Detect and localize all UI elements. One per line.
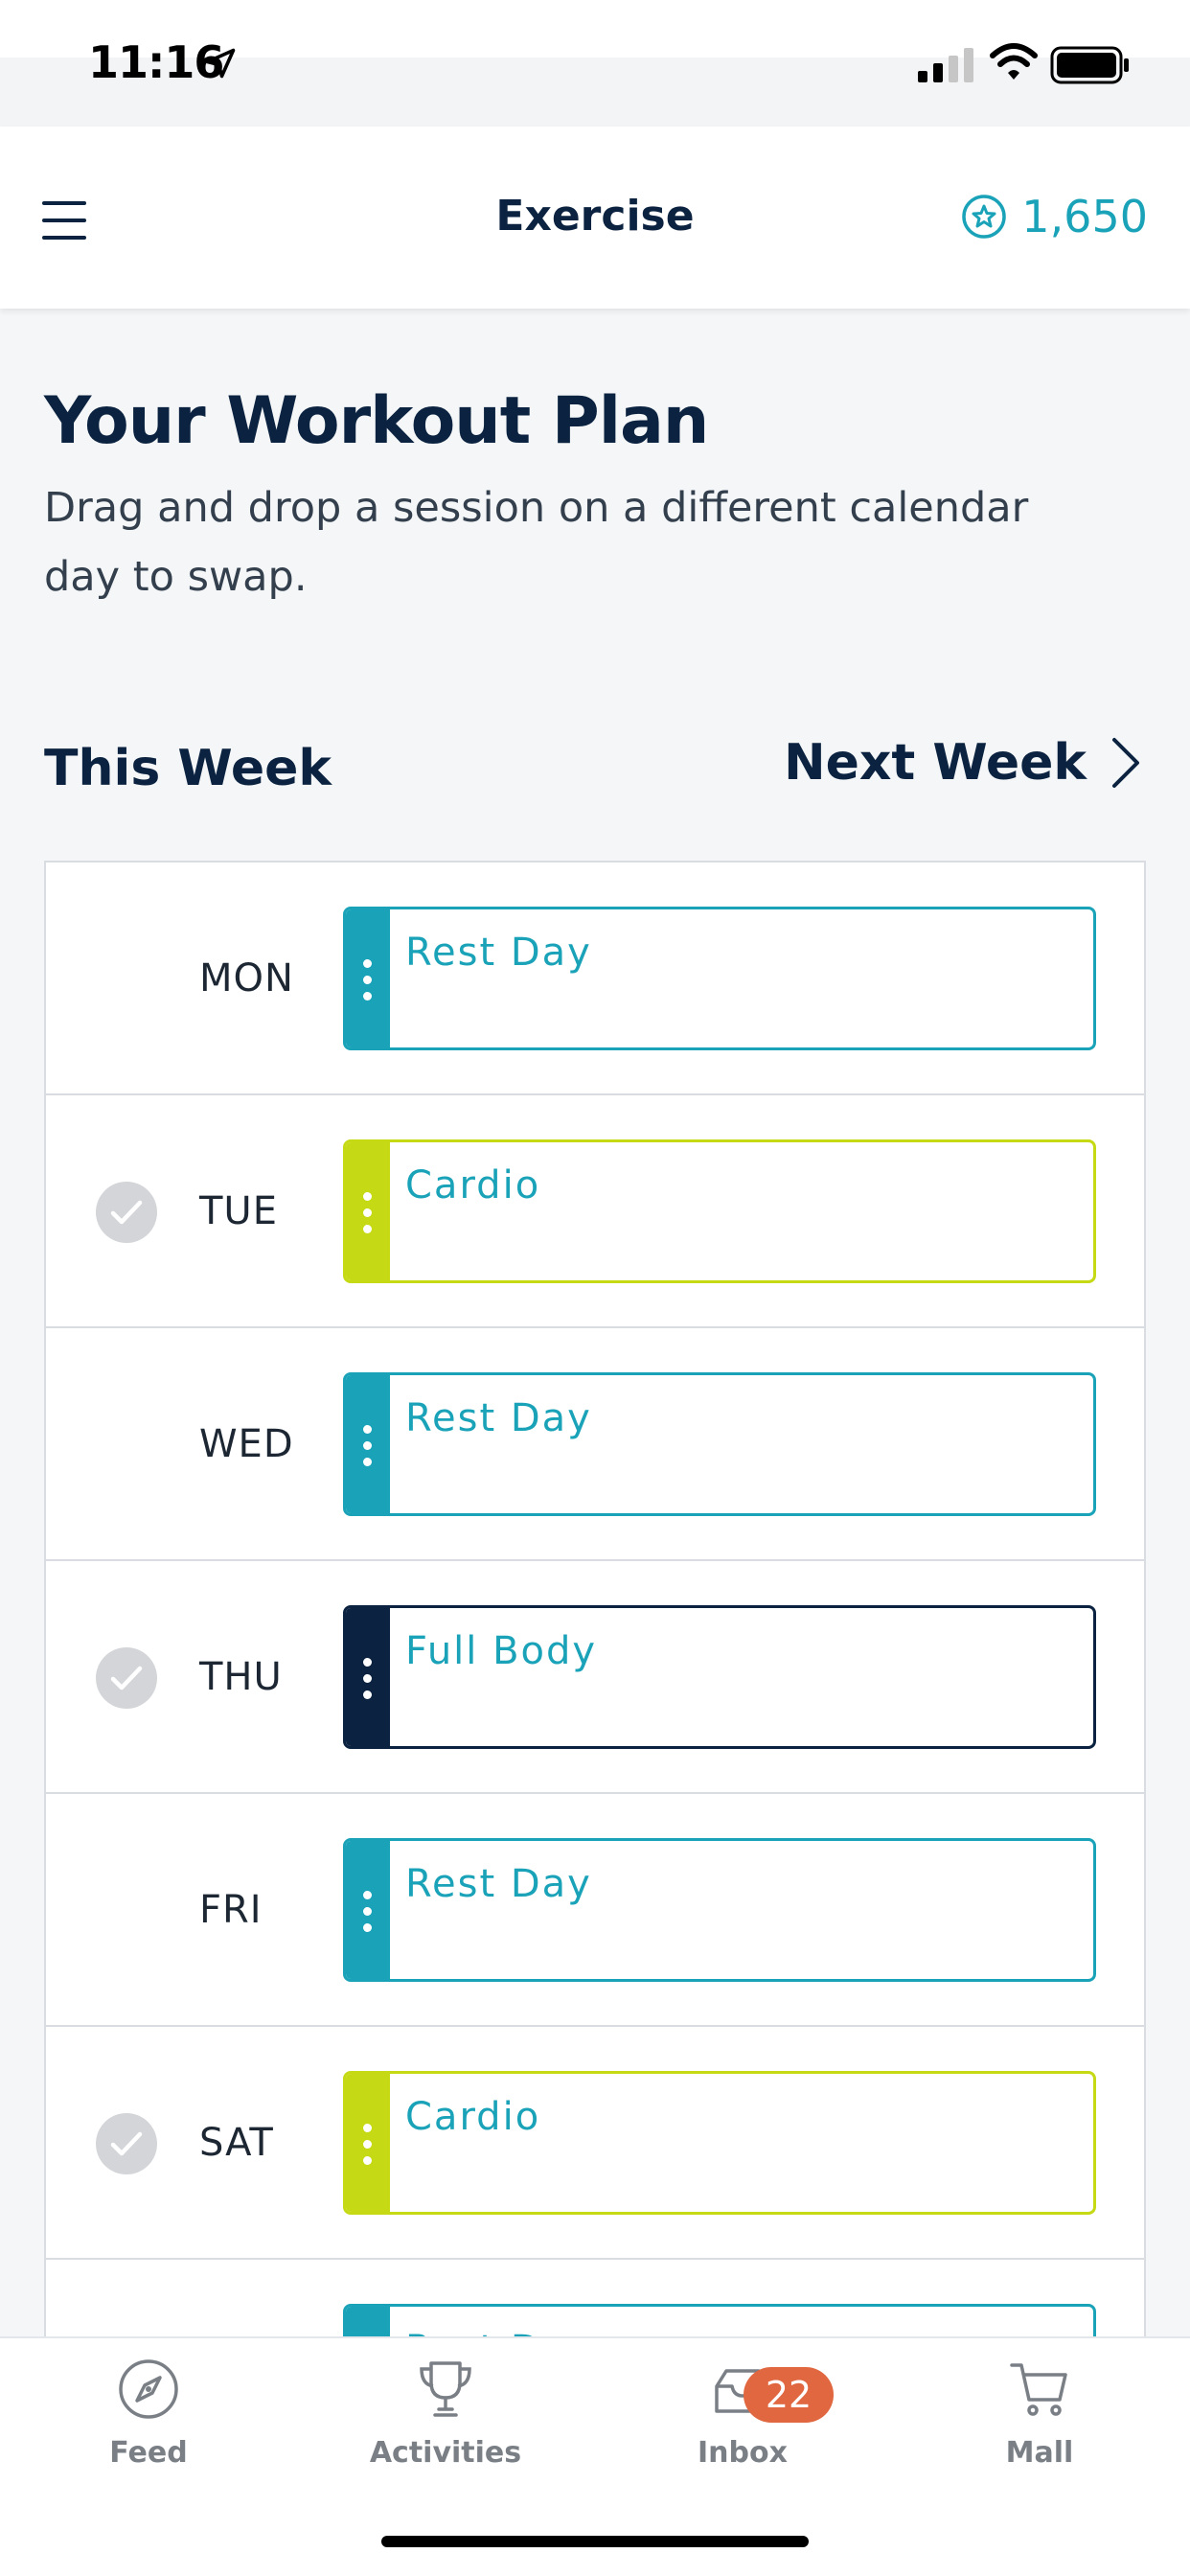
tab-inbox[interactable]: Inbox 22 [594,2358,891,2511]
wifi-icon [990,43,1038,80]
session-card[interactable]: Full Body [343,1605,1096,1749]
day-label: MON [199,956,294,1000]
tab-feed-label: Feed [109,2436,188,2470]
workout-plan-list: MON Rest Day TUE Cardio WED Rest Day THU Full B… [44,861,1146,2338]
session-label: Rest Day [405,1862,592,1906]
session-label: Full Body [405,1629,598,1673]
plan-row-mon: MON Rest Day [46,862,1144,1095]
session-card[interactable]: Rest Day [343,907,1096,1050]
session-color-bar [346,909,390,1047]
tab-inbox-label: Inbox [698,2436,788,2470]
plan-row-wed: WED Rest Day [46,1328,1144,1561]
session-label: Rest Day [405,1396,592,1440]
check-icon [96,2113,157,2174]
app-header: Exercise 1,650 [0,126,1190,309]
tab-mall[interactable]: Mall [891,2358,1188,2511]
session-card[interactable]: Rest Day [343,1372,1096,1516]
page-subtitle: Drag and drop a session on a different c… [44,484,1029,601]
check-icon [96,1182,157,1243]
next-week-label: Next Week [784,734,1087,792]
session-color-bar [346,1608,390,1746]
tab-mall-label: Mall [1005,2436,1074,2470]
inbox-badge: 22 [744,2367,834,2423]
points-value: 1,650 [1021,191,1148,242]
check-icon [96,1647,157,1709]
compass-icon [119,2359,178,2419]
day-label: SAT [199,2121,274,2165]
drag-handle-icon[interactable] [363,959,373,1001]
drag-handle-icon[interactable] [363,1425,373,1467]
trophy-icon [420,2361,471,2417]
session-card[interactable]: Rest Day [343,2304,1096,2336]
session-color-bar [346,1375,390,1513]
tab-feed[interactable]: Feed [0,2358,297,2511]
plan-row-tue: TUE Cardio [46,1095,1144,1328]
session-card[interactable]: Cardio [343,2071,1096,2215]
drag-handle-icon[interactable] [363,1192,373,1234]
session-color-bar [346,1841,390,1979]
plan-row-fri: FRI Rest Day [46,1794,1144,2027]
session-label: Cardio [405,1163,541,1208]
day-label: THU [199,1655,283,1699]
plan-row-thu: THU Full Body [46,1561,1144,1794]
home-indicator [381,2536,809,2547]
session-card[interactable]: Cardio [343,1139,1096,1283]
day-label: WED [199,1422,294,1466]
day-label: FRI [199,1888,263,1932]
cart-icon [1010,2363,1067,2416]
tab-activities[interactable]: Activities [297,2358,594,2511]
signal-icon [918,48,973,82]
session-label: Cardio [405,2095,541,2139]
star-badge-icon [962,195,1007,239]
drag-handle-icon[interactable] [363,1891,373,1933]
session-label: Rest Day [405,931,592,975]
day-label: TUE [199,1189,278,1233]
location-arrow-icon [205,48,236,79]
session-card[interactable]: Rest Day [343,1838,1096,1982]
session-color-bar [346,1142,390,1280]
session-color-bar [346,2074,390,2212]
status-bar: 11:16 [0,0,1190,126]
next-week-button[interactable]: Next Week [784,734,1142,792]
drag-handle-icon[interactable] [363,1658,373,1700]
session-color-bar [346,2307,390,2336]
this-week-label: This Week [44,740,332,797]
chevron-right-icon [1112,738,1139,788]
plan-row-sun: SUNRest Day [46,2260,1144,2336]
plan-row-sat: SAT Cardio [46,2027,1144,2260]
page-title: Your Workout Plan [44,383,709,459]
points-balance[interactable]: 1,650 [960,188,1148,245]
drag-handle-icon[interactable] [363,2124,373,2166]
tab-activities-label: Activities [369,2436,522,2470]
battery-icon [1050,46,1129,84]
